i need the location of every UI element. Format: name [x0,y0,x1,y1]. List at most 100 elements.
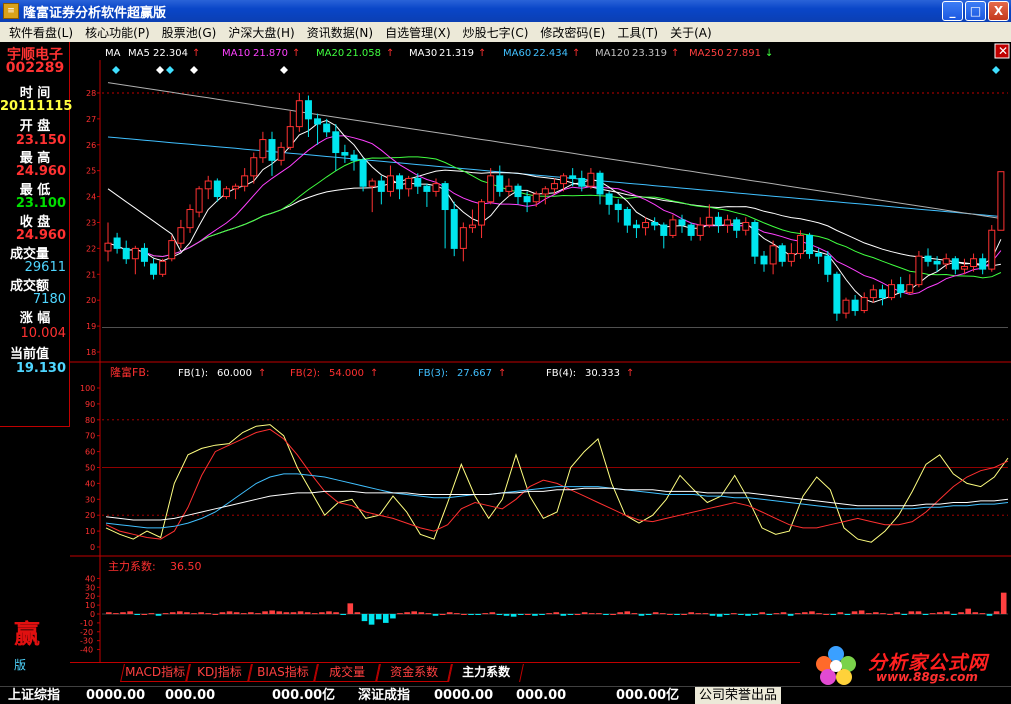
close-button[interactable]: X [988,1,1009,21]
candle-body [259,139,267,159]
candle-body [213,180,221,198]
fb-tick-label: 90 [85,400,95,409]
candle-body [104,242,112,252]
chart-svg[interactable]: MA MA5 22.304 ↑ MA10 21.870 ↑ MA20 21.05… [70,42,1011,662]
chart-area[interactable]: MA MA5 22.304 ↑ MA10 21.870 ↑ MA20 21.05… [70,42,1011,662]
zl-bar [702,613,709,615]
indicator-tab-bar: MACD指标 KDJ指标 BIAS指标 成交量 资金系数 主力系数 [70,662,800,682]
zl-bar [304,612,311,614]
candle-body [441,183,449,211]
price-tick-label: 18 [86,348,96,357]
zl-bar [198,612,204,614]
zl-bar [269,610,275,614]
zl-bar [894,612,900,614]
tab-kdj[interactable]: KDJ指标 [186,664,252,682]
tab-fund[interactable]: 资金系数 [376,664,452,682]
zl-bar [652,612,659,614]
candle-body [359,159,367,187]
zl-bar [837,612,844,614]
fb-series-line-2 [105,428,1009,540]
volume-value: 29611 [24,260,66,275]
candle-body [386,175,394,192]
zl-bar [567,614,574,615]
ma-legend: MA MA5 22.304 ↑ MA10 21.870 ↑ MA20 21.05… [105,48,773,59]
zl-bar [226,611,233,614]
candle-body [833,273,841,314]
menu-item-view[interactable]: 软件看盘(L) [3,24,79,41]
zl-bar [113,613,119,615]
ma250-arrow: ↓ [765,48,773,59]
candle-body [168,240,176,260]
menu-item-seven[interactable]: 炒股七字(C) [457,24,535,41]
zl-bar [709,614,716,616]
menu-item-core[interactable]: 核心功能(P) [79,24,156,41]
tab-volume[interactable]: 成交量 [314,664,380,682]
zl-bar [631,613,638,615]
minimize-button[interactable]: _ [942,1,963,21]
zl-bar [297,611,304,614]
ma10-line [107,135,1002,296]
zl-bar [674,614,680,615]
candle-body [177,227,185,244]
zl-bar [581,612,588,614]
tab-bias-label: BIAS指标 [257,665,309,679]
candle-body [623,209,631,226]
maximize-button[interactable]: □ [965,1,986,21]
menu-item-stock-pool[interactable]: 股票池(G) [156,24,223,41]
candle-body [505,185,513,192]
price-tick-label: 26 [86,141,96,150]
zl-bar [106,612,112,614]
zl-bar [311,613,318,615]
candle-body [769,245,777,265]
zl-bar [248,612,254,614]
menu-bar: 软件看盘(L) 核心功能(P) 股票池(G) 沪深大盘(H) 资讯数据(N) 自… [0,22,1011,42]
zl-bar [162,613,169,615]
ying-mark: 赢 [14,620,41,650]
zl-bar [723,614,730,615]
sz-index-value: 0000.00 [434,688,494,703]
window-controls: _ □ X [942,1,1009,21]
candle-body [295,100,303,128]
candle-body [851,299,859,312]
fb-tick-label: 30 [85,495,95,504]
menu-item-info[interactable]: 资讯数据(N) [301,24,379,41]
candle-body [897,284,905,293]
zl-bar [596,613,602,615]
candle-body [888,284,896,299]
fb1-arrow: ↑ [258,368,266,379]
zl-bar [120,612,126,614]
menu-item-market[interactable]: 沪深大盘(H) [222,24,300,41]
menu-item-watchlist[interactable]: 自选管理(X) [379,24,457,41]
current-label: 当前值 [10,347,50,362]
zl-bar [361,614,368,622]
zl-bar [191,613,197,615]
sz-index-change: 000.00 [516,688,567,703]
zl-bar [148,613,155,615]
menu-item-tools[interactable]: 工具(T) [611,24,664,41]
site-logo: 分析家公式网 www.88gs.com [808,644,1011,686]
zl-bar [716,614,723,617]
zl-bar [773,613,780,615]
fb4-arrow: ↑ [626,368,634,379]
candle-body [323,123,331,133]
ma20-label: MA20 [316,48,344,59]
zl-bar [794,613,801,615]
candle-body [578,177,586,187]
sh-index-value: 0000.00 [86,688,146,703]
sh-index-amount: 000.00亿 [272,688,336,703]
ma20-value: 21.058 [346,48,381,59]
tab-main-force[interactable]: 主力系数 [448,664,524,682]
zl-bar [816,613,822,615]
candle-body [396,175,404,190]
menu-item-about[interactable]: 关于(A) [664,24,718,41]
price-tick-label: 19 [86,322,96,331]
menu-item-password[interactable]: 修改密码(E) [534,24,611,41]
zl-bar [787,614,794,616]
tab-macd[interactable]: MACD指标 [120,664,190,682]
candle-body [204,180,212,190]
fb-tick-label: 100 [80,384,95,393]
tab-bias[interactable]: BIAS指标 [248,664,318,682]
price-tick-label: 20 [86,296,96,305]
price-tick-label: 27 [86,115,96,124]
ma20-arrow: ↑ [386,48,394,59]
